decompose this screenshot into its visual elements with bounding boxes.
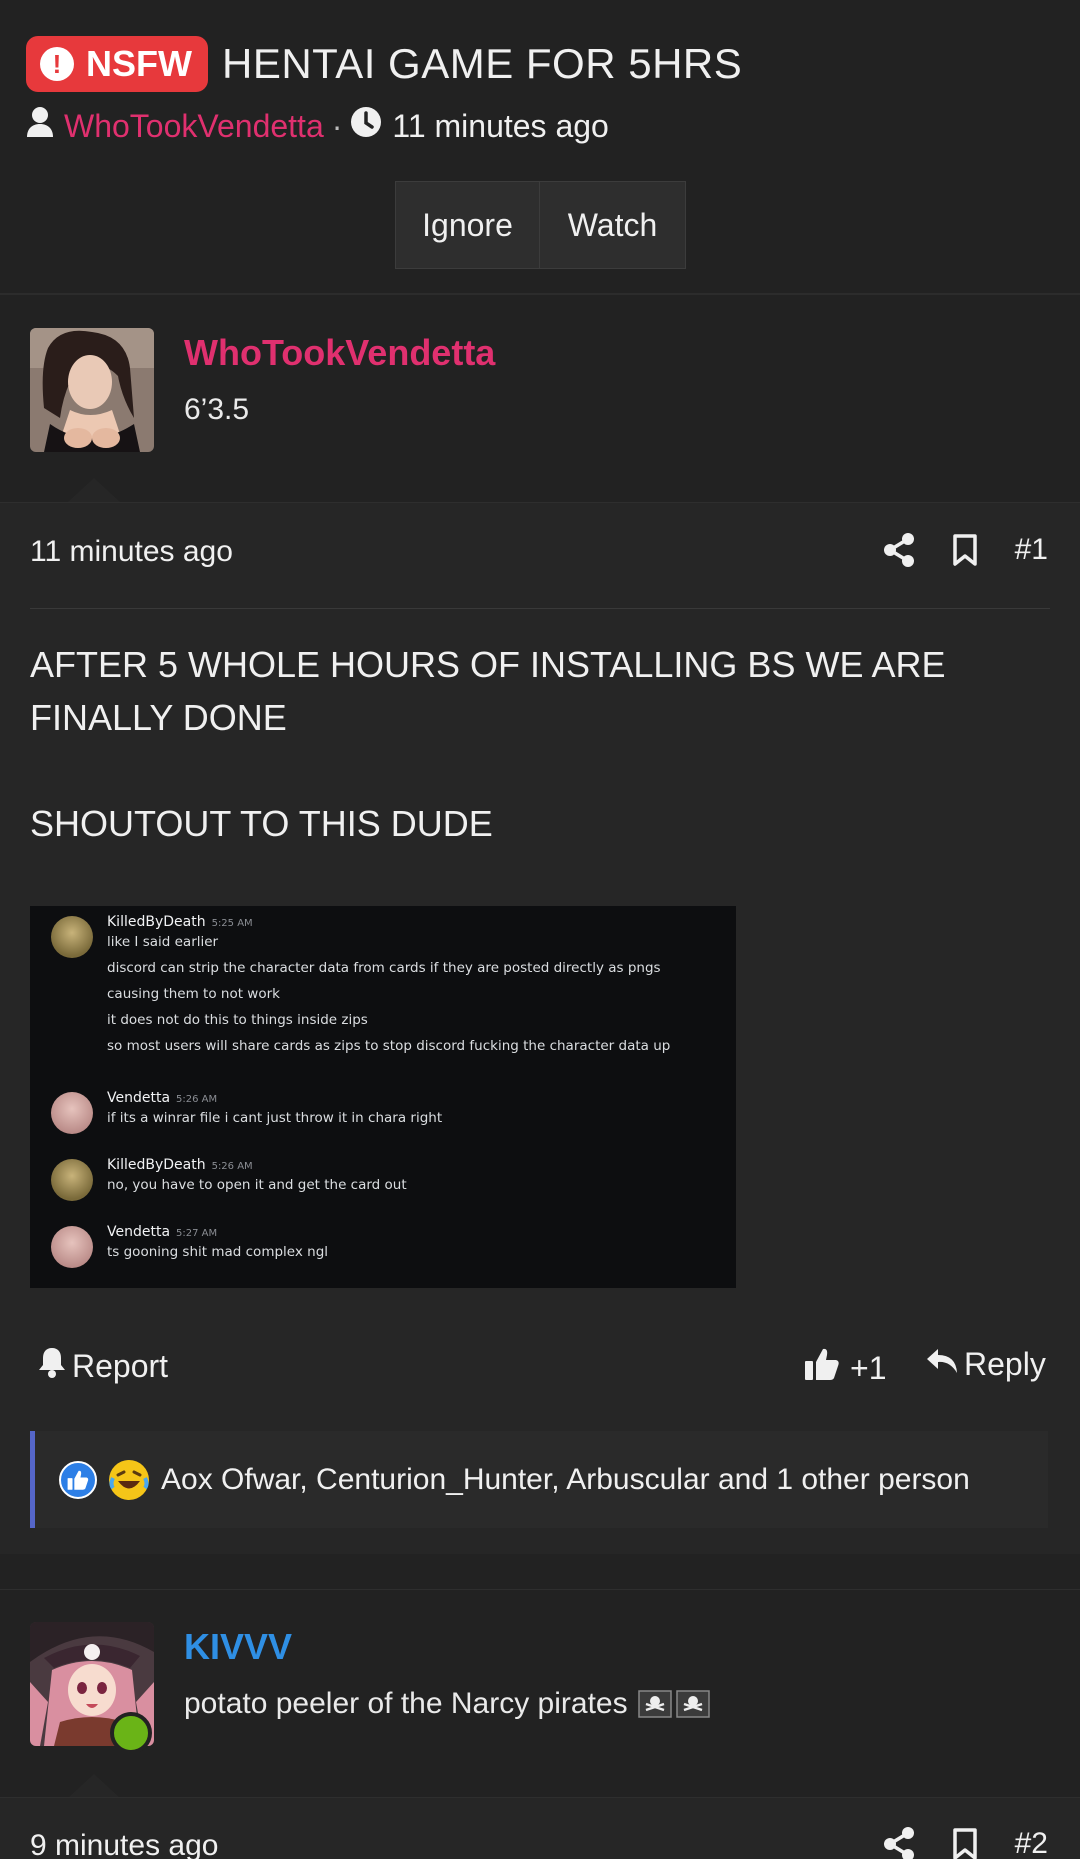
thread-title: HENTAI GAME FOR 5HRS bbox=[221, 40, 743, 87]
post-time[interactable]: 9 minutes ago bbox=[30, 1829, 218, 1859]
post-footer: Report +1 Reply bbox=[0, 1346, 1080, 1391]
message-line: AFTER 5 WHOLE HOURS OF INSTALLING BS WE … bbox=[30, 644, 946, 685]
discord-line: causing them to not work bbox=[107, 986, 280, 1002]
like-count: +1 bbox=[850, 1349, 887, 1386]
user-title-text: potato peeler of the Narcy pirates bbox=[184, 1687, 628, 1720]
discord-line: so most users will share cards as zips t… bbox=[107, 1038, 671, 1054]
discord-avatar bbox=[51, 1092, 93, 1134]
user-icon bbox=[26, 106, 54, 146]
post-user-block: KIVVV potato peeler of the Narcy pirates bbox=[0, 1589, 1080, 1798]
nsfw-label: NSFW bbox=[86, 43, 192, 84]
report-label[interactable]: Report bbox=[72, 1348, 168, 1385]
like-reaction-icon bbox=[59, 1460, 97, 1499]
discord-author: Vendetta 5:26 AM bbox=[107, 1090, 218, 1106]
nsfw-badge: ! NSFW bbox=[26, 36, 208, 92]
discord-line: like I said earlier bbox=[107, 934, 219, 950]
message-line: SHOUTOUT TO THIS DUDE bbox=[30, 803, 493, 844]
post-number[interactable]: #1 bbox=[1015, 533, 1048, 567]
username-text[interactable]: WhoTookVendetta bbox=[184, 332, 495, 373]
online-status-icon bbox=[110, 1712, 152, 1754]
post-pointer bbox=[68, 1774, 120, 1798]
divider bbox=[30, 608, 1050, 609]
post-username[interactable]: KIVVV bbox=[184, 1626, 292, 1668]
discord-line: discord can strip the character data fro… bbox=[107, 960, 661, 976]
discord-avatar bbox=[51, 916, 93, 958]
discord-line: no, you have to open it and get the card… bbox=[107, 1177, 407, 1193]
thread-time: 11 minutes ago bbox=[392, 107, 609, 144]
discord-author: KilledByDeath 5:26 AM bbox=[107, 1157, 253, 1173]
bookmark-icon[interactable] bbox=[952, 534, 977, 566]
clock-icon bbox=[350, 106, 382, 146]
avatar[interactable] bbox=[30, 1622, 154, 1754]
thread-meta: WhoTookVendetta · 11 minutes ago bbox=[26, 106, 609, 146]
user-title: potato peeler of the Narcy pirates bbox=[184, 1687, 710, 1721]
username-text[interactable]: KIVVV bbox=[184, 1626, 292, 1667]
report-button[interactable]: Report bbox=[38, 1346, 168, 1386]
post-actions: #1 bbox=[883, 533, 1048, 567]
share-icon[interactable] bbox=[883, 1827, 915, 1859]
discord-line: it does not do this to things inside zip… bbox=[107, 1012, 368, 1028]
bookmark-icon[interactable] bbox=[952, 1828, 977, 1859]
title-row: ! NSFW HENTAI GAME FOR 5HRS bbox=[26, 36, 742, 92]
reply-button[interactable]: Reply bbox=[926, 1346, 1046, 1383]
meta-separator: · bbox=[331, 107, 343, 144]
discord-author: KilledByDeath 5:25 AM bbox=[107, 914, 253, 930]
share-icon[interactable] bbox=[883, 533, 915, 567]
message-line: FINALLY DONE bbox=[30, 697, 287, 738]
user-title: 6’3.5 bbox=[184, 393, 250, 426]
post-number[interactable]: #2 bbox=[1015, 1827, 1048, 1859]
post-user-block: WhoTookVendetta 6’3.5 bbox=[0, 296, 1080, 502]
reply-label[interactable]: Reply bbox=[964, 1346, 1046, 1383]
reaction-users[interactable]: Aox Ofwar, Centurion_Hunter, Arbuscular … bbox=[161, 1463, 970, 1497]
discord-author: Vendetta 5:27 AM bbox=[107, 1224, 218, 1240]
reaction-summary[interactable]: Aox Ofwar, Centurion_Hunter, Arbuscular … bbox=[30, 1431, 1048, 1528]
discord-avatar bbox=[51, 1159, 93, 1201]
thread-author-link[interactable]: WhoTookVendetta bbox=[64, 108, 324, 145]
thread-header: ! NSFW HENTAI GAME FOR 5HRS WhoTookVende… bbox=[0, 0, 1080, 295]
bell-icon bbox=[38, 1346, 66, 1386]
post-username[interactable]: WhoTookVendetta bbox=[184, 332, 495, 374]
thread-actions: Ignore Watch bbox=[395, 181, 686, 269]
discord-avatar bbox=[51, 1226, 93, 1268]
post-gap bbox=[0, 1560, 1080, 1589]
post-message: AFTER 5 WHOLE HOURS OF INSTALLING BS WE … bbox=[30, 638, 1040, 850]
avatar[interactable] bbox=[30, 328, 154, 452]
embedded-screenshot[interactable]: KilledByDeath 5:25 AM like I said earlier… bbox=[30, 906, 736, 1288]
post-time[interactable]: 11 minutes ago bbox=[30, 535, 233, 569]
ignore-button[interactable]: Ignore bbox=[395, 181, 540, 269]
thumbs-up-icon bbox=[804, 1346, 840, 1390]
laugh-reaction-icon bbox=[109, 1459, 149, 1500]
discord-line: ts gooning shit mad complex ngl bbox=[107, 1244, 329, 1260]
pirate-flag-icon bbox=[637, 1690, 710, 1718]
reply-icon bbox=[926, 1346, 958, 1383]
like-button[interactable]: +1 bbox=[804, 1346, 886, 1390]
discord-line: if its a winrar file i cant just throw i… bbox=[107, 1110, 443, 1126]
post-actions: #2 bbox=[883, 1827, 1048, 1859]
watch-button[interactable]: Watch bbox=[540, 181, 686, 269]
post-body: 9 minutes ago #2 bbox=[0, 1797, 1080, 1859]
alert-icon: ! bbox=[40, 47, 74, 81]
post-pointer bbox=[68, 478, 120, 502]
